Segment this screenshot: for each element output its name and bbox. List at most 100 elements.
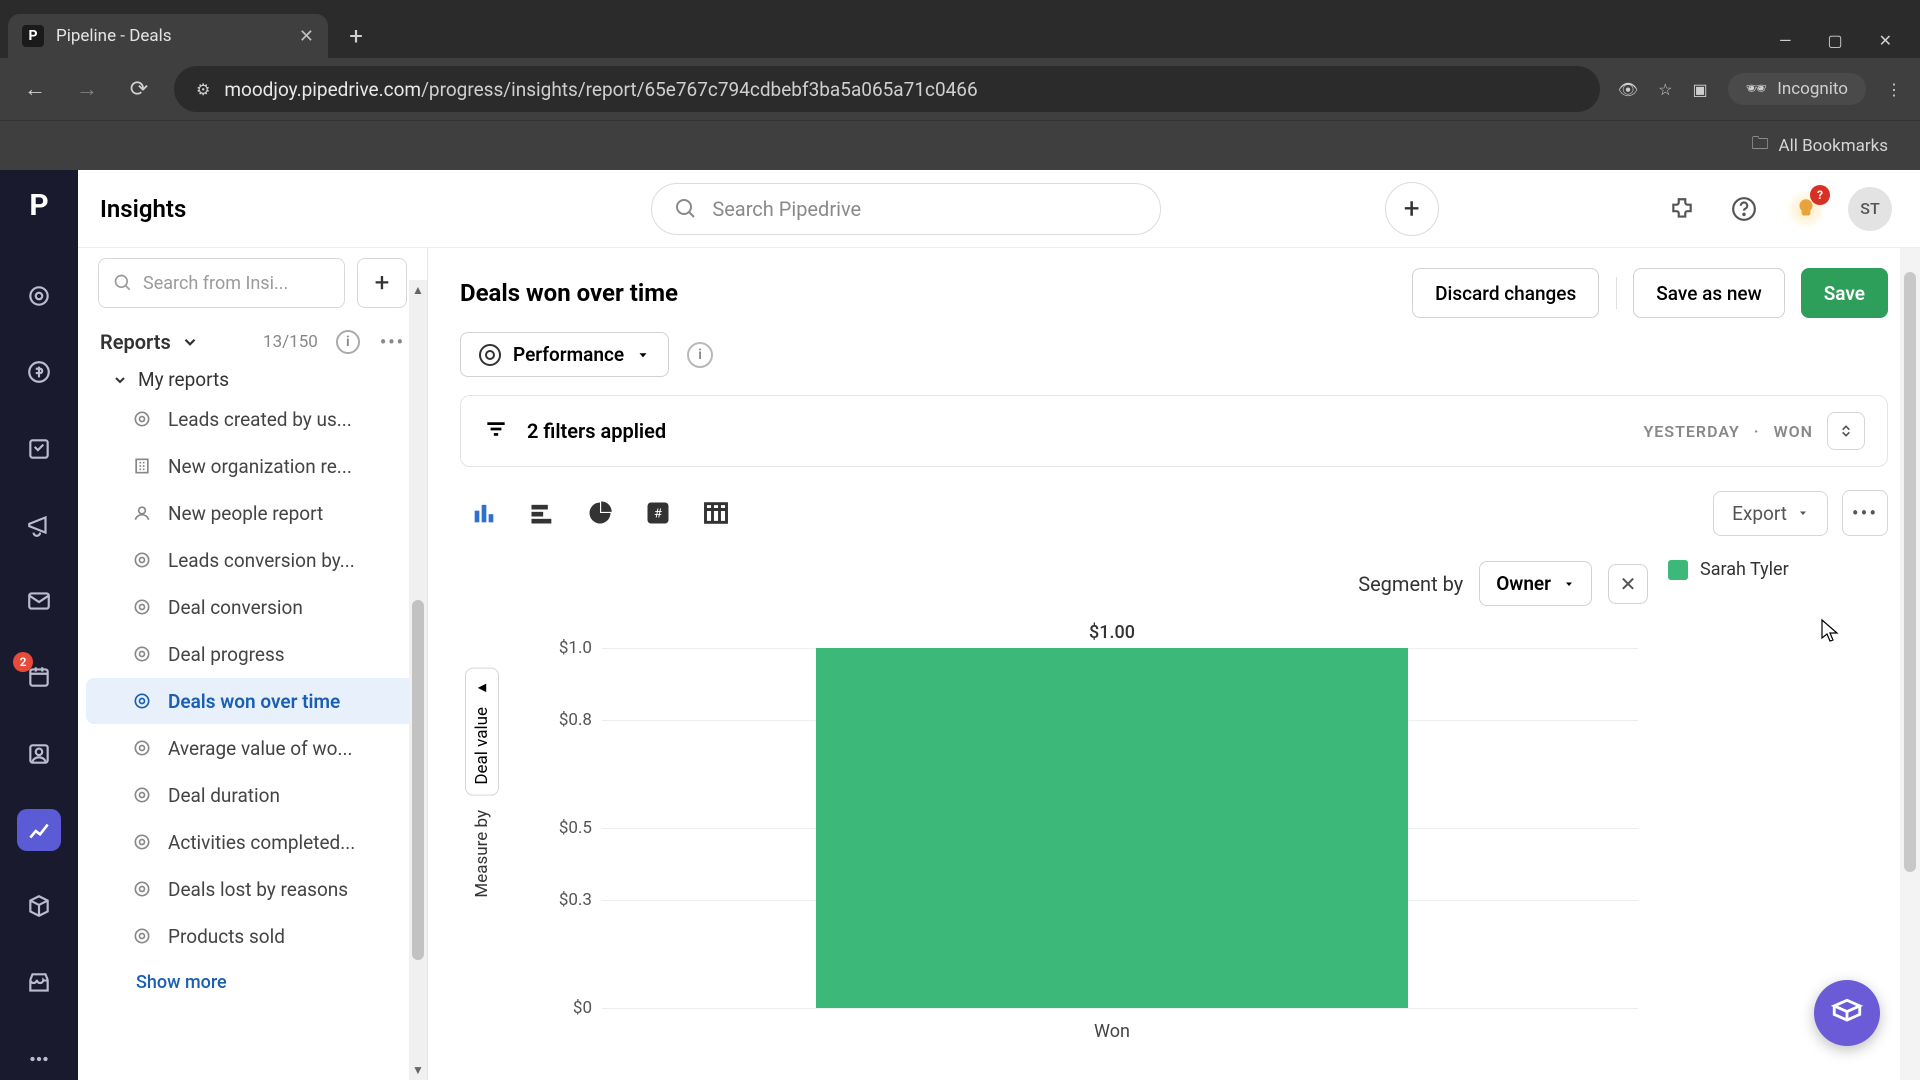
- legend-item[interactable]: Sarah Tyler: [1668, 559, 1888, 580]
- forward-button[interactable]: →: [70, 72, 104, 106]
- report-item[interactable]: Deal duration: [86, 772, 419, 818]
- y-tick-label: $1.0: [522, 638, 592, 658]
- report-item-label: Average value of wo...: [168, 737, 353, 760]
- rail-activities-icon[interactable]: 2: [17, 656, 61, 698]
- save-as-new-button[interactable]: Save as new: [1633, 268, 1784, 318]
- rail-insights-icon[interactable]: [17, 809, 61, 851]
- close-window-icon[interactable]: ✕: [1879, 31, 1892, 50]
- user-avatar[interactable]: ST: [1848, 187, 1892, 231]
- clear-segment-button[interactable]: ✕: [1608, 564, 1648, 604]
- chart-bar[interactable]: [816, 648, 1408, 1008]
- incognito-badge[interactable]: 🕶 Incognito: [1728, 73, 1866, 105]
- legend-swatch: [1668, 560, 1688, 580]
- report-item-label: Products sold: [168, 925, 285, 948]
- browser-tab[interactable]: P Pipeline - Deals ✕: [8, 14, 328, 58]
- filters-applied-text: 2 filters applied: [527, 419, 666, 443]
- chart-more-button[interactable]: •••: [1842, 490, 1888, 536]
- report-item[interactable]: Average value of wo...: [86, 725, 419, 771]
- rail-deals-icon[interactable]: [17, 351, 61, 393]
- lightbulb-icon[interactable]: ?: [1786, 189, 1826, 229]
- folder-icon: 🗀: [1752, 131, 1769, 160]
- site-info-icon[interactable]: ⚙: [196, 80, 210, 99]
- expand-filters-button[interactable]: [1827, 412, 1865, 450]
- report-item[interactable]: Products sold: [86, 913, 419, 959]
- column-chart-button[interactable]: [460, 489, 508, 537]
- bookmark-star-icon[interactable]: ☆: [1658, 80, 1672, 99]
- table-button[interactable]: [692, 489, 740, 537]
- rail-contacts-icon[interactable]: [17, 733, 61, 775]
- back-button[interactable]: ←: [18, 72, 52, 106]
- report-item[interactable]: Leads conversion by...: [86, 537, 419, 583]
- browser-menu-icon[interactable]: ⋮: [1886, 80, 1902, 99]
- report-item-icon: [130, 407, 154, 431]
- main-scroll-thumb[interactable]: [1904, 272, 1916, 872]
- report-item[interactable]: Activities completed...: [86, 819, 419, 865]
- rail-products-icon[interactable]: [17, 885, 61, 927]
- rail-mail-icon[interactable]: [17, 580, 61, 622]
- quick-add-button[interactable]: +: [1385, 182, 1439, 236]
- app-topbar: Insights Search Pipedrive + ? ST: [78, 170, 1920, 248]
- report-item[interactable]: New people report: [86, 490, 419, 536]
- my-reports-group[interactable]: My reports: [78, 360, 427, 395]
- scorecard-button[interactable]: #: [634, 489, 682, 537]
- rail-marketplace-icon[interactable]: [17, 961, 61, 1003]
- report-type-dropdown[interactable]: Performance: [460, 332, 669, 377]
- caret-right-icon: ▸: [472, 679, 492, 699]
- reports-more-icon[interactable]: •••: [380, 332, 405, 353]
- info-icon[interactable]: i: [336, 330, 360, 354]
- segment-dropdown[interactable]: Owner: [1479, 561, 1592, 606]
- filter-bar[interactable]: 2 filters applied YESTERDAY · WON: [460, 395, 1888, 467]
- extensions-icon[interactable]: [1662, 189, 1702, 229]
- help-icon[interactable]: [1724, 189, 1764, 229]
- export-button[interactable]: Export: [1713, 491, 1828, 536]
- chevron-down-icon: [112, 372, 128, 388]
- pie-chart-button[interactable]: [576, 489, 624, 537]
- sidebar-scrollbar[interactable]: ▲ ▼: [409, 280, 427, 1080]
- reports-header[interactable]: Reports 13/150 i •••: [78, 318, 427, 360]
- report-item[interactable]: Leads created by us...: [86, 396, 419, 442]
- browser-chrome: P Pipeline - Deals ✕ + — ▢ ✕ ← → ⟳ ⚙ moo…: [0, 0, 1920, 170]
- close-tab-icon[interactable]: ✕: [299, 26, 314, 47]
- report-item-label: Deals lost by reasons: [168, 878, 348, 901]
- save-button[interactable]: Save: [1801, 268, 1888, 318]
- y-axis-measure-dropdown[interactable]: Deal value ▸: [465, 668, 499, 796]
- report-item-icon: [130, 454, 154, 478]
- measure-by-label: Measure by: [472, 810, 492, 898]
- report-item[interactable]: New organization re...: [86, 443, 419, 489]
- report-item[interactable]: Deals won over time: [86, 678, 419, 724]
- search-icon: [113, 273, 133, 293]
- all-bookmarks-link[interactable]: All Bookmarks: [1779, 136, 1888, 156]
- discard-button[interactable]: Discard changes: [1412, 268, 1599, 318]
- rail-focus-icon[interactable]: [17, 275, 61, 317]
- show-more-link[interactable]: Show more: [78, 960, 427, 1005]
- report-item[interactable]: Deal conversion: [86, 584, 419, 630]
- report-item-icon: [130, 830, 154, 854]
- add-report-button[interactable]: +: [357, 258, 407, 308]
- report-item[interactable]: Deals lost by reasons: [86, 866, 419, 912]
- rail-more-icon[interactable]: [17, 1038, 61, 1080]
- main-scrollbar[interactable]: [1900, 248, 1920, 1080]
- scroll-up-icon[interactable]: ▲: [409, 280, 427, 300]
- report-item-label: New people report: [168, 502, 323, 525]
- sidebar-search[interactable]: Search from Insi...: [98, 258, 345, 308]
- rail-projects-icon[interactable]: [17, 428, 61, 470]
- report-item[interactable]: Deal progress: [86, 631, 419, 677]
- reload-button[interactable]: ⟳: [122, 72, 156, 106]
- rail-campaigns-icon[interactable]: [17, 504, 61, 546]
- minimize-icon[interactable]: —: [1779, 31, 1792, 50]
- panel-icon[interactable]: ▣: [1693, 80, 1708, 99]
- global-search[interactable]: Search Pipedrive: [651, 183, 1161, 235]
- caret-down-icon: [1797, 507, 1809, 519]
- url-field[interactable]: ⚙ moodjoy.pipedrive.com/progress/insight…: [174, 66, 1600, 112]
- bar-chart-button[interactable]: [518, 489, 566, 537]
- help-fab[interactable]: [1814, 980, 1880, 1046]
- tab-title: Pipeline - Deals: [56, 26, 172, 46]
- app-logo[interactable]: P: [29, 188, 48, 223]
- sidebar-scroll-thumb[interactable]: [412, 600, 424, 960]
- caret-down-icon: [636, 348, 650, 362]
- eye-off-icon[interactable]: 👁: [1618, 80, 1638, 99]
- scroll-down-icon[interactable]: ▼: [409, 1060, 427, 1080]
- new-tab-button[interactable]: +: [336, 16, 376, 56]
- maximize-icon[interactable]: ▢: [1827, 31, 1842, 50]
- info-icon[interactable]: i: [687, 342, 713, 368]
